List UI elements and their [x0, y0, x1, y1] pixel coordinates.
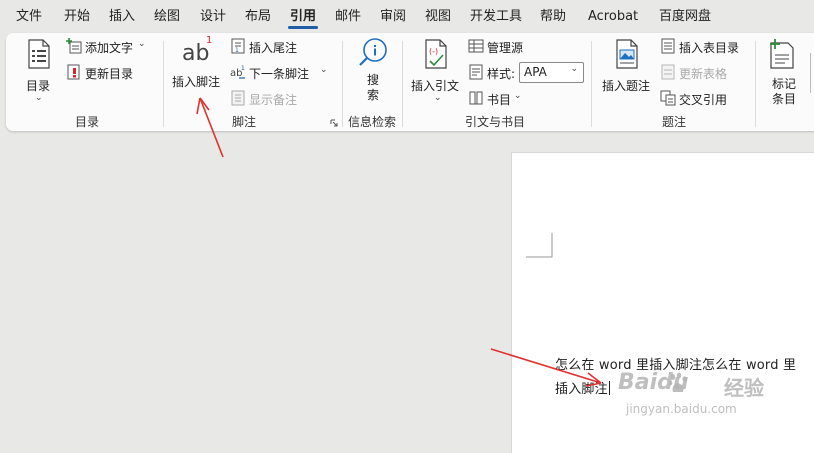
- toc-button-label: 目录: [26, 79, 51, 93]
- group-label-citations: 引文与书目: [465, 115, 526, 129]
- chevron-down-icon: ⌄: [514, 91, 522, 101]
- next-footnote-icon: ab 1: [230, 65, 245, 79]
- bibliography-icon: [469, 91, 483, 105]
- manage-sources-icon: [468, 39, 484, 53]
- chevron-down-icon: ⌄: [138, 39, 146, 49]
- update-toc-icon: [67, 64, 80, 80]
- chevron-down-icon: ⌄: [570, 64, 578, 74]
- group-separator: [402, 41, 403, 127]
- insert-caption-icon: [616, 39, 638, 69]
- show-notes-icon: [231, 90, 245, 106]
- cross-reference-icon: [660, 90, 676, 106]
- style-icon: [469, 64, 483, 80]
- insert-caption-label: 插入题注: [602, 79, 651, 93]
- group-separator: [591, 41, 592, 127]
- chevron-down-icon: ⌄: [35, 93, 43, 103]
- watermark-brand: Baidu: [618, 370, 689, 395]
- tab-draw[interactable]: 绘图: [154, 0, 180, 33]
- insert-caption-button[interactable]: 插入题注: [600, 39, 656, 103]
- tab-developer[interactable]: 开发工具: [470, 0, 522, 33]
- mark-entry-button[interactable]: 标记条目: [766, 39, 806, 106]
- tab-file[interactable]: 文件: [16, 0, 42, 33]
- document-text-line-2: 插入脚注: [555, 378, 610, 397]
- group-label-toc: 目录: [75, 115, 100, 129]
- mark-entry-label: 标记条目: [772, 77, 797, 106]
- svg-text:(-): (-): [429, 47, 438, 56]
- chevron-down-icon: ⌄: [320, 65, 328, 75]
- bibliography-button[interactable]: 书目: [487, 91, 511, 108]
- baidu-jingyan-watermark: Baidu 经验 jingyan.baidu.com: [618, 370, 814, 430]
- insert-endnote-button[interactable]: 插入尾注: [249, 39, 297, 56]
- citation-style-select[interactable]: APA ⌄: [519, 62, 584, 83]
- svg-text:1: 1: [235, 47, 239, 54]
- toc-button[interactable]: 目录 ⌄: [24, 39, 54, 103]
- update-table-icon: [661, 64, 675, 80]
- insert-citation-button[interactable]: (-) 插入引文 ⌄: [409, 39, 465, 103]
- group-label-captions: 题注: [662, 115, 687, 129]
- dialog-launcher-icon[interactable]: [330, 119, 338, 127]
- group-separator: [755, 41, 756, 127]
- group-label-footnotes: 脚注: [232, 115, 257, 129]
- chevron-down-icon: ⌄: [434, 93, 442, 103]
- insert-citation-icon: (-): [425, 39, 447, 69]
- update-toc-button[interactable]: 更新目录: [85, 65, 133, 82]
- insert-footnote-label: 插入脚注: [172, 75, 221, 89]
- margin-corner-mark: [526, 233, 553, 258]
- footnote-superscript-icon: 1: [206, 35, 213, 46]
- mark-entry-icon: [770, 39, 794, 69]
- tab-design[interactable]: 设计: [200, 0, 226, 33]
- show-notes-button[interactable]: 显示备注: [249, 91, 297, 108]
- update-table-button[interactable]: 更新表格: [679, 65, 727, 82]
- insert-citation-label: 插入引文: [411, 79, 460, 93]
- tab-references[interactable]: 引用: [287, 0, 319, 33]
- tab-acrobat[interactable]: Acrobat: [588, 0, 638, 33]
- insert-endnote-icon: 1: [231, 38, 245, 54]
- ribbon-panel: 目录 ⌄ 添加文字 ⌄ 更新目录 目录 ab 1 插入脚注 1 插入尾注 ab …: [6, 33, 814, 131]
- watermark-brand-cn: 经验: [724, 376, 764, 400]
- watermark-url: jingyan.baidu.com: [626, 402, 737, 416]
- next-footnote-button[interactable]: 下一条脚注: [249, 65, 309, 82]
- document-text-line-2-content: 插入脚注: [555, 382, 608, 397]
- tab-baidu-netdisk[interactable]: 百度网盘: [659, 0, 711, 33]
- tab-layout[interactable]: 布局: [245, 0, 271, 33]
- search-label: 搜索: [367, 73, 380, 102]
- svg-text:1: 1: [241, 65, 245, 72]
- cross-reference-button[interactable]: 交叉引用: [679, 91, 727, 108]
- text-cursor: [608, 381, 610, 395]
- add-text-button[interactable]: 添加文字: [85, 39, 133, 56]
- citation-style-value: APA: [524, 65, 547, 79]
- menu-tab-bar: 文件 开始 插入 绘图 设计 布局 引用 邮件 审阅 视图 开发工具 帮助 Ac…: [0, 0, 814, 33]
- ribbon-overflow-edge: [810, 53, 814, 93]
- tab-help[interactable]: 帮助: [540, 0, 566, 33]
- add-text-icon: [66, 38, 82, 54]
- tab-review[interactable]: 审阅: [380, 0, 406, 33]
- manage-sources-button[interactable]: 管理源: [487, 39, 523, 56]
- tab-insert[interactable]: 插入: [109, 0, 135, 33]
- search-icon: [359, 38, 387, 66]
- table-of-contents-icon: [28, 39, 50, 69]
- tab-mailings[interactable]: 邮件: [335, 0, 361, 33]
- insert-footnote-button[interactable]: ab 1 插入脚注: [170, 35, 226, 93]
- group-separator: [163, 41, 164, 127]
- group-separator: [342, 41, 343, 127]
- tab-home[interactable]: 开始: [64, 0, 90, 33]
- search-button[interactable]: 搜索: [355, 37, 391, 103]
- group-label-research: 信息检索: [348, 115, 397, 129]
- tab-view[interactable]: 视图: [425, 0, 451, 33]
- insert-table-of-figures-button[interactable]: 插入表目录: [679, 39, 739, 56]
- table-of-figures-icon: [661, 38, 675, 54]
- style-label: 样式:: [487, 67, 516, 81]
